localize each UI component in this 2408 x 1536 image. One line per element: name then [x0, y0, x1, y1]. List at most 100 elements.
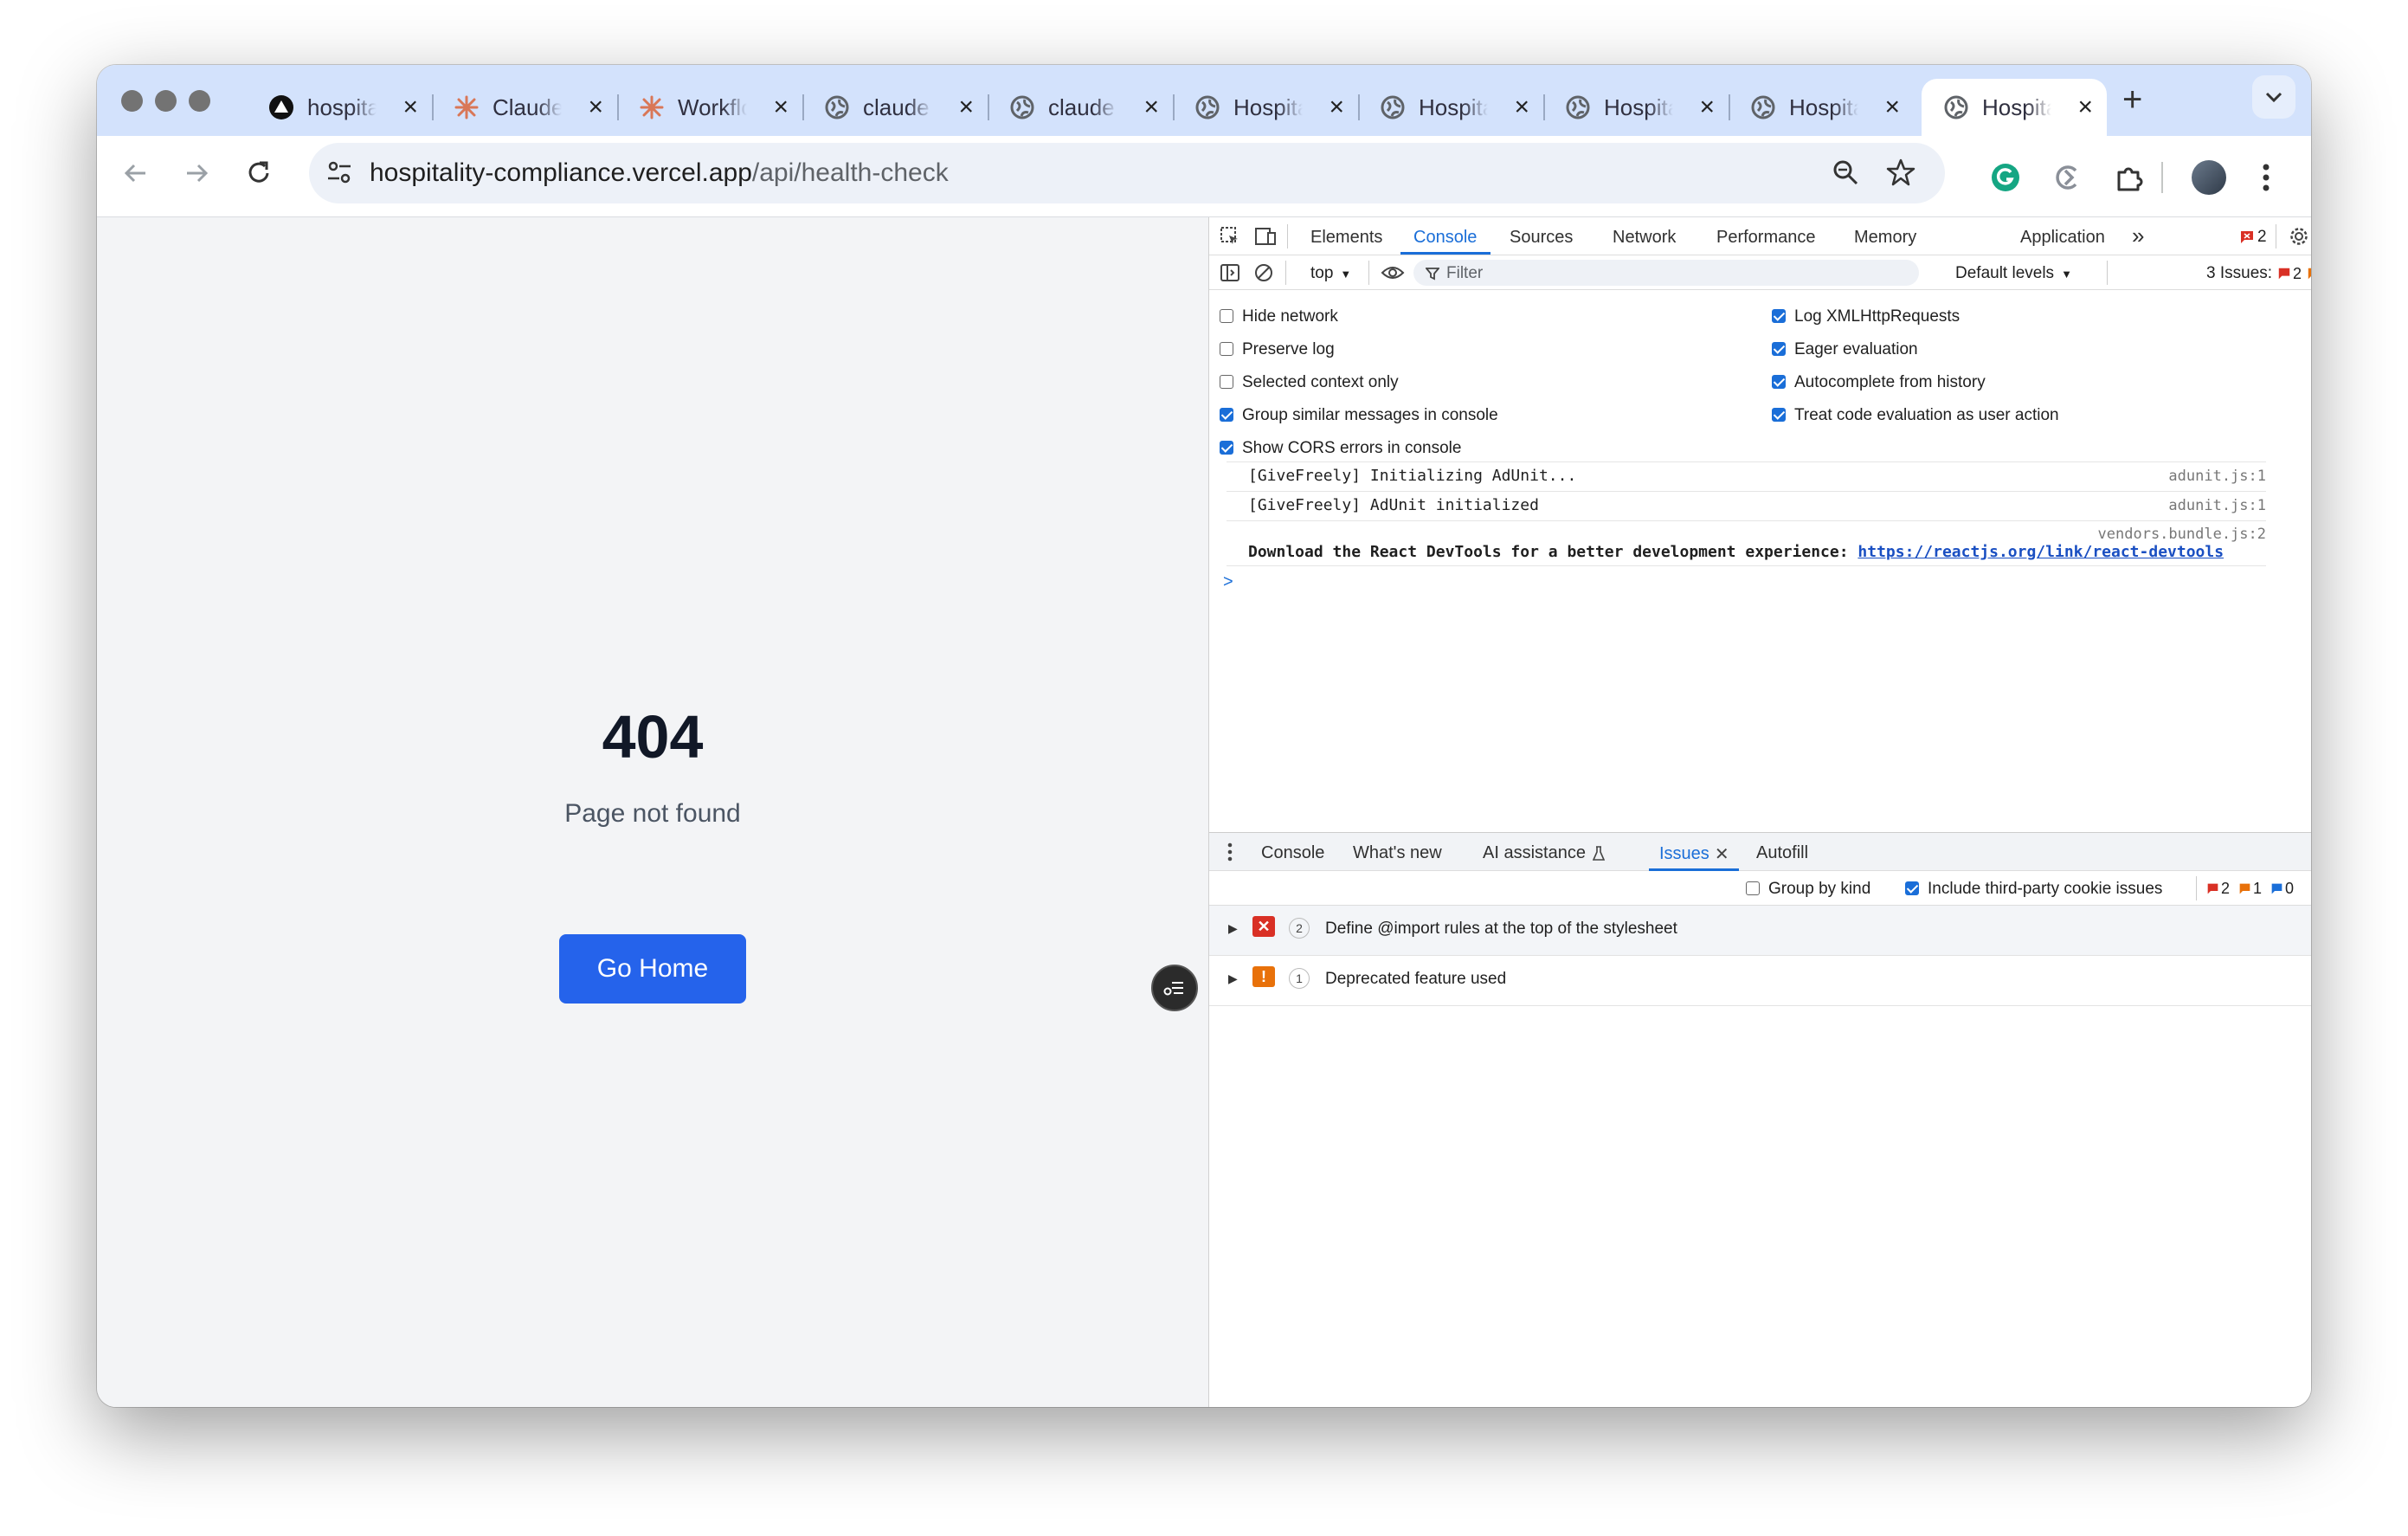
- tab-5[interactable]: Hospitality ×: [1173, 79, 1360, 136]
- selected-context-checkbox[interactable]: [1220, 375, 1233, 389]
- tab-6[interactable]: Hospitality ×: [1358, 79, 1545, 136]
- message-source-link[interactable]: vendors.bundle.js:2: [2098, 526, 2266, 543]
- live-expression-eye-icon[interactable]: [1381, 262, 1405, 288]
- tab-9-active[interactable]: Hospitality ×: [1922, 79, 2107, 136]
- tab-close-icon[interactable]: ×: [773, 93, 789, 122]
- drawer-tab-console[interactable]: Console: [1261, 843, 1324, 863]
- tab-close-icon[interactable]: ×: [1514, 93, 1529, 122]
- hide-network-checkbox[interactable]: [1220, 309, 1233, 323]
- issue-counts: 2 1 0: [2206, 880, 2294, 898]
- zoom-icon[interactable]: [1831, 158, 1860, 191]
- console-prompt-chevron-icon[interactable]: >: [1223, 572, 1233, 592]
- issues-counter-link[interactable]: 3 Issues: 2 1: [2206, 264, 2311, 283]
- sidebar-toggle-icon[interactable]: [1220, 263, 1240, 287]
- reload-icon: [248, 161, 269, 183]
- go-home-button[interactable]: Go Home: [559, 934, 746, 1004]
- more-tabs-icon[interactable]: »: [2132, 223, 2144, 249]
- tab-close-icon[interactable]: ×: [958, 93, 974, 122]
- react-devtools-link[interactable]: https://reactjs.org/link/react-devtools: [1858, 543, 2224, 561]
- dropdown-arrow-icon: ▼: [1340, 267, 1352, 281]
- tab-close-icon[interactable]: ×: [2077, 93, 2093, 122]
- tab-performance[interactable]: Performance: [1716, 228, 1816, 248]
- tab-title: Hospitality: [1604, 94, 1673, 120]
- error-counter[interactable]: 2: [2239, 228, 2267, 247]
- device-toolbar-icon[interactable]: [1254, 226, 1277, 252]
- context-selector[interactable]: top ▼: [1310, 264, 1351, 283]
- divider: [1227, 461, 2266, 462]
- drawer-tab-autofill[interactable]: Autofill: [1756, 843, 1808, 863]
- console-message: [GiveFreely] AdUnit initialized: [1248, 496, 1539, 514]
- drawer-tab-issues[interactable]: Issues ✕: [1659, 843, 1729, 865]
- tab-sources[interactable]: Sources: [1510, 228, 1573, 248]
- drawer-tab-ai-assistance[interactable]: AI assistance: [1483, 843, 1605, 863]
- message-source-link[interactable]: adunit.js:1: [2168, 497, 2266, 514]
- third-party-cookie-checkbox[interactable]: [1905, 881, 1919, 895]
- profile-avatar[interactable]: [2192, 160, 2226, 195]
- tab-title: hospitality-compliance: [307, 94, 377, 120]
- tab-memory[interactable]: Memory: [1854, 228, 1916, 248]
- tab-title: Hospitality: [1233, 94, 1303, 120]
- message-source-link[interactable]: adunit.js:1: [2168, 468, 2266, 485]
- close-tab-icon[interactable]: ✕: [1715, 843, 1729, 865]
- eager-eval-checkbox[interactable]: [1772, 342, 1786, 356]
- close-window-button[interactable]: [121, 90, 143, 112]
- log-xhr-checkbox[interactable]: [1772, 309, 1786, 323]
- inspect-element-icon[interactable]: [1220, 226, 1240, 252]
- extensions-puzzle-icon[interactable]: [2114, 162, 2145, 197]
- drawer-menu-icon[interactable]: [1227, 842, 1233, 868]
- tab-close-icon[interactable]: ×: [1329, 93, 1344, 122]
- bookmark-star-icon[interactable]: [1886, 158, 1915, 191]
- address-bar[interactable]: hospitality-compliance.vercel.app/api/he…: [309, 143, 1945, 203]
- divider: [1227, 520, 2266, 521]
- tab-0[interactable]: hospitality-compliance ×: [247, 79, 434, 136]
- filter-funnel-icon: [1426, 268, 1439, 281]
- settings-gear-icon[interactable]: [2289, 226, 2309, 252]
- site-info-icon[interactable]: [325, 158, 354, 191]
- zoom-window-button[interactable]: [189, 90, 210, 112]
- arrow-right-icon: [187, 164, 209, 183]
- issue-row[interactable]: ▶ ✕ 2 Define @import rules at the top of…: [1209, 906, 2311, 956]
- preserve-log-checkbox[interactable]: [1220, 342, 1233, 356]
- tab-close-icon[interactable]: ×: [1884, 93, 1900, 122]
- show-cors-checkbox[interactable]: [1220, 441, 1233, 455]
- forward-button[interactable]: [182, 158, 211, 196]
- tab-7[interactable]: Hospitality ×: [1543, 79, 1730, 136]
- expand-triangle-icon[interactable]: ▶: [1228, 971, 1238, 986]
- grammarly-extension-icon[interactable]: [1990, 162, 2021, 197]
- extension-icon[interactable]: [2051, 162, 2083, 197]
- globe-icon: [1194, 94, 1221, 121]
- tab-close-icon[interactable]: ×: [588, 93, 603, 122]
- issue-row[interactable]: ▶ ! 1 Deprecated feature used: [1209, 956, 2311, 1006]
- floating-widget-button[interactable]: [1151, 965, 1198, 1011]
- tab-8[interactable]: Hospitality ×: [1729, 79, 1914, 136]
- drawer-tab-whats-new[interactable]: What's new: [1353, 843, 1442, 863]
- tab-close-icon[interactable]: ×: [1699, 93, 1715, 122]
- active-tab-indicator: [1400, 252, 1491, 255]
- tab-search-button[interactable]: [2252, 75, 2295, 119]
- tab-network[interactable]: Network: [1613, 228, 1676, 248]
- minimize-window-button[interactable]: [155, 90, 177, 112]
- clear-console-icon[interactable]: [1254, 263, 1273, 287]
- tab-close-icon[interactable]: ×: [1143, 93, 1159, 122]
- reload-button[interactable]: [244, 158, 274, 196]
- issues-summary: 3 Issues:: [2206, 264, 2273, 282]
- tab-title: claude: [863, 94, 930, 120]
- console-filter-input[interactable]: Filter: [1413, 260, 1919, 286]
- new-tab-button[interactable]: +: [2122, 82, 2142, 117]
- tab-3[interactable]: claude ×: [802, 79, 989, 136]
- group-by-kind-checkbox[interactable]: [1746, 881, 1760, 895]
- tab-console[interactable]: Console: [1413, 228, 1477, 248]
- back-button[interactable]: [121, 158, 151, 196]
- group-similar-checkbox[interactable]: [1220, 408, 1233, 422]
- tab-4[interactable]: claude ×: [988, 79, 1175, 136]
- treat-eval-checkbox[interactable]: [1772, 408, 1786, 422]
- tab-application[interactable]: Application: [2020, 228, 2105, 248]
- tab-2[interactable]: Workflow ×: [617, 79, 804, 136]
- expand-triangle-icon[interactable]: ▶: [1228, 921, 1238, 936]
- tab-1[interactable]: Claude ×: [432, 79, 619, 136]
- tab-close-icon[interactable]: ×: [402, 93, 418, 122]
- menu-kebab-icon[interactable]: [2261, 162, 2271, 197]
- autocomplete-checkbox[interactable]: [1772, 375, 1786, 389]
- tab-elements[interactable]: Elements: [1310, 228, 1382, 248]
- log-levels-dropdown[interactable]: Default levels ▼: [1955, 264, 2072, 283]
